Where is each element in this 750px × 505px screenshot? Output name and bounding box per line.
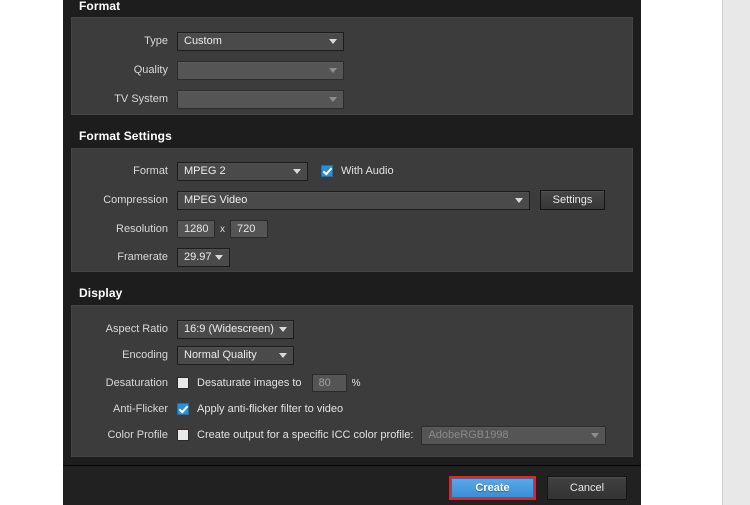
page-scrollbar[interactable] xyxy=(722,0,750,505)
chevron-down-icon xyxy=(329,39,337,44)
label-type: Type xyxy=(144,35,168,47)
dialog-body: Format Type Custom Quality TV System For… xyxy=(63,0,641,465)
label-aspect-ratio: Aspect Ratio xyxy=(105,323,168,335)
checkbox-desaturate-label: Desaturate images to xyxy=(197,377,302,389)
select-compression[interactable]: MPEG Video xyxy=(177,190,530,210)
row-aspect-ratio: Aspect Ratio 16:9 (Widescreen) xyxy=(72,318,634,340)
checkbox-with-audio-box[interactable] xyxy=(321,165,333,177)
label-encoding: Encoding xyxy=(122,349,168,361)
select-compression-value: MPEG Video xyxy=(184,194,248,206)
chevron-down-icon xyxy=(591,433,600,438)
row-desaturation: Desaturation Desaturate images to 80 % xyxy=(72,372,634,394)
input-resolution-height[interactable]: 720 xyxy=(230,220,268,238)
row-color-profile: Color Profile Create output for a specif… xyxy=(72,424,634,446)
create-button[interactable]: Create xyxy=(451,478,534,498)
panel-display: Aspect Ratio 16:9 (Widescreen) Encoding … xyxy=(71,305,633,457)
section-title-format: Format xyxy=(79,0,121,13)
panel-format-settings: Format MPEG 2 With Audio Compression MPE… xyxy=(71,148,633,272)
checkbox-anti-flicker-box[interactable] xyxy=(177,403,189,415)
row-resolution: Resolution 1280 x 720 xyxy=(72,218,634,240)
screen: Format Type Custom Quality TV System For… xyxy=(0,0,750,505)
cancel-button-label: Cancel xyxy=(569,482,605,494)
settings-button-label: Settings xyxy=(552,194,593,206)
label-anti-flicker: Anti-Flicker xyxy=(112,403,168,415)
checkbox-anti-flicker-label: Apply anti-flicker filter to video xyxy=(197,403,344,415)
row-format: Format MPEG 2 With Audio xyxy=(72,160,634,182)
row-anti-flicker: Anti-Flicker Apply anti-flicker filter t… xyxy=(72,398,634,420)
section-title-display: Display xyxy=(79,286,123,300)
select-framerate-value: 29.97 xyxy=(184,251,212,263)
select-framerate[interactable]: 29.97 xyxy=(177,247,230,267)
chevron-down-icon xyxy=(329,68,337,73)
chevron-down-icon xyxy=(515,198,523,203)
resolution-separator: x xyxy=(220,223,225,235)
checkbox-color-profile-label: Create output for a specific ICC color p… xyxy=(197,429,414,441)
label-compression: Compression xyxy=(103,194,168,206)
section-title-format-settings: Format Settings xyxy=(79,129,172,143)
select-color-profile[interactable]: AdobeRGB1998 xyxy=(421,425,607,445)
chevron-down-icon xyxy=(279,327,287,332)
input-desaturate-amount[interactable]: 80 xyxy=(311,374,347,392)
resolution-width-value: 1280 xyxy=(184,223,209,235)
export-settings-dialog: Format Type Custom Quality TV System For… xyxy=(63,0,641,505)
resolution-height-value: 720 xyxy=(237,223,256,235)
select-tv-system[interactable] xyxy=(177,89,344,109)
row-framerate: Framerate 29.97 xyxy=(72,246,634,268)
select-format[interactable]: MPEG 2 xyxy=(177,161,308,181)
cancel-button[interactable]: Cancel xyxy=(547,476,627,500)
select-aspect-ratio-value: 16:9 (Widescreen) xyxy=(184,323,274,335)
chevron-down-icon xyxy=(329,97,337,102)
checkbox-color-profile-box[interactable] xyxy=(177,429,189,441)
checkbox-color-profile[interactable]: Create output for a specific ICC color p… xyxy=(177,429,413,441)
label-desaturation: Desaturation xyxy=(105,377,168,389)
desaturate-amount-value: 80 xyxy=(318,377,331,389)
row-quality: Quality xyxy=(72,59,634,81)
checkbox-desaturate[interactable]: Desaturate images to xyxy=(177,377,302,389)
label-color-profile: Color Profile xyxy=(107,429,168,441)
row-type: Type Custom xyxy=(72,30,634,52)
select-encoding[interactable]: Normal Quality xyxy=(177,345,294,365)
select-encoding-value: Normal Quality xyxy=(184,349,257,361)
row-encoding: Encoding Normal Quality xyxy=(72,344,634,366)
select-quality[interactable] xyxy=(177,60,344,80)
select-color-profile-value: AdobeRGB1998 xyxy=(428,429,509,441)
select-type-value: Custom xyxy=(184,35,222,47)
checkbox-desaturate-box[interactable] xyxy=(177,377,189,389)
select-format-value: MPEG 2 xyxy=(184,165,226,177)
row-compression: Compression MPEG Video Settings xyxy=(72,189,634,211)
checkbox-with-audio-label: With Audio xyxy=(341,165,394,177)
row-tv-system: TV System xyxy=(72,88,634,110)
input-resolution-width[interactable]: 1280 xyxy=(177,220,215,238)
checkbox-with-audio[interactable]: With Audio xyxy=(321,165,394,177)
label-framerate: Framerate xyxy=(117,251,168,263)
chevron-down-icon xyxy=(215,255,223,260)
chevron-down-icon xyxy=(279,353,287,358)
select-type[interactable]: Custom xyxy=(177,31,344,51)
desaturate-unit-label: % xyxy=(351,377,361,389)
label-format: Format xyxy=(133,165,168,177)
create-button-highlight: Create xyxy=(449,476,536,500)
chevron-down-icon xyxy=(293,169,301,174)
label-tv-system: TV System xyxy=(114,93,168,105)
dialog-footer: Create Cancel xyxy=(63,465,641,505)
footer-button-group: Create Cancel xyxy=(449,476,627,500)
settings-button[interactable]: Settings xyxy=(540,190,605,210)
select-aspect-ratio[interactable]: 16:9 (Widescreen) xyxy=(177,319,294,339)
checkbox-anti-flicker[interactable]: Apply anti-flicker filter to video xyxy=(177,403,343,415)
label-resolution: Resolution xyxy=(116,223,168,235)
panel-format: Type Custom Quality TV System xyxy=(71,17,633,115)
label-quality: Quality xyxy=(133,64,168,76)
